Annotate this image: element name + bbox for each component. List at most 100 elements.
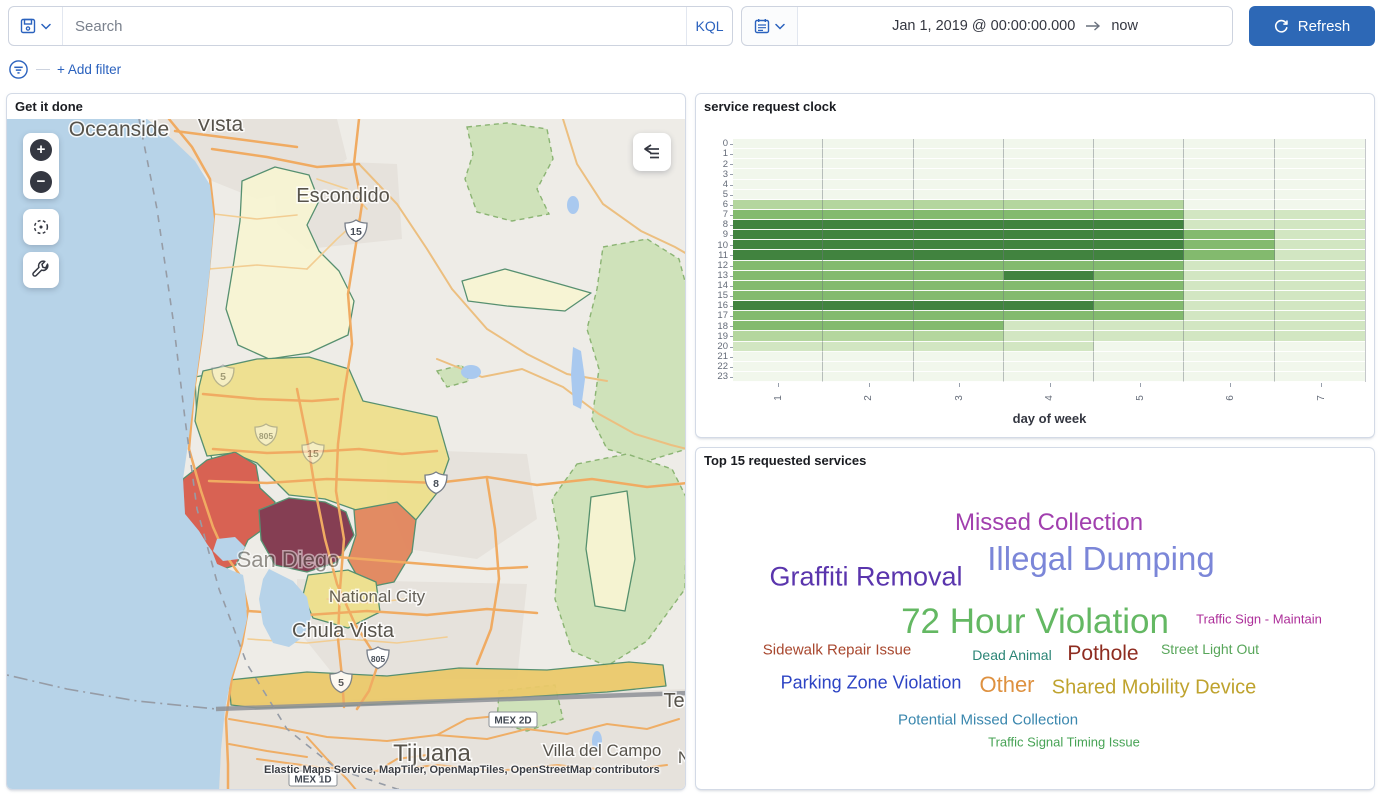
heatmap-cell[interactable] [733, 169, 823, 179]
heatmap-cell[interactable] [1275, 139, 1365, 149]
heatmap-cell[interactable] [914, 342, 1004, 352]
heatmap-cell[interactable] [1094, 210, 1184, 220]
heatmap-cell[interactable] [914, 159, 1004, 169]
heatmap-cell[interactable] [823, 230, 913, 240]
heatmap-cell[interactable] [733, 230, 823, 240]
heatmap-cell[interactable] [823, 261, 913, 271]
heatmap-cell[interactable] [823, 281, 913, 291]
heatmap-cell[interactable] [1004, 342, 1094, 352]
heatmap-cell[interactable] [1275, 190, 1365, 200]
heatmap-cell[interactable] [823, 311, 913, 321]
heatmap-cell[interactable] [1184, 139, 1274, 149]
heatmap-cell[interactable] [1275, 210, 1365, 220]
heatmap-cell[interactable] [1184, 240, 1274, 250]
heatmap-cell[interactable] [1004, 291, 1094, 301]
heatmap-cell[interactable] [733, 271, 823, 281]
heatmap-cell[interactable] [823, 169, 913, 179]
heatmap-cell[interactable] [1004, 301, 1094, 311]
heatmap-cell[interactable] [914, 149, 1004, 159]
tag-word[interactable]: Dead Animal [972, 647, 1051, 663]
heatmap-cell[interactable] [1094, 190, 1184, 200]
heatmap-cell[interactable] [1184, 342, 1274, 352]
query-language-button[interactable]: KQL [686, 7, 732, 45]
heatmap-cell[interactable] [914, 250, 1004, 260]
tag-word[interactable]: Illegal Dumping [987, 540, 1214, 578]
heatmap-cell[interactable] [1004, 311, 1094, 321]
heatmap-cell[interactable] [1184, 230, 1274, 240]
heatmap-cell[interactable] [1184, 169, 1274, 179]
heatmap-cell[interactable] [1094, 291, 1184, 301]
heatmap-cell[interactable] [733, 311, 823, 321]
heatmap-cell[interactable] [733, 261, 823, 271]
panel-title[interactable]: Get it done [7, 94, 685, 119]
heatmap-cell[interactable] [1184, 271, 1274, 281]
tag-word[interactable]: Pothole [1067, 642, 1138, 666]
heatmap-cell[interactable] [1184, 149, 1274, 159]
heatmap-cell[interactable] [733, 200, 823, 210]
heatmap-cell[interactable] [1004, 230, 1094, 240]
heatmap-cell[interactable] [1275, 169, 1365, 179]
filter-menu-icon[interactable] [8, 59, 29, 80]
heatmap-cell[interactable] [1094, 220, 1184, 230]
heatmap-cell[interactable] [1004, 200, 1094, 210]
heatmap-cell[interactable] [914, 169, 1004, 179]
heatmap-cell[interactable] [1275, 291, 1365, 301]
heatmap-cell[interactable] [1275, 321, 1365, 331]
heatmap-cell[interactable] [823, 159, 913, 169]
heatmap-cell[interactable] [1004, 281, 1094, 291]
heatmap-cell[interactable] [733, 149, 823, 159]
legend-collapse-button[interactable] [633, 133, 671, 171]
heatmap-cell[interactable] [823, 342, 913, 352]
date-end[interactable]: now [1111, 18, 1138, 34]
panel-title[interactable]: service request clock [696, 94, 1374, 119]
heatmap-cell[interactable] [1004, 271, 1094, 281]
heatmap-cell[interactable] [914, 311, 1004, 321]
zoom-out-button[interactable]: − [30, 171, 52, 193]
heatmap-cell[interactable] [1184, 159, 1274, 169]
tag-word[interactable]: Traffic Sign - Maintain [1196, 612, 1322, 627]
heatmap-cell[interactable] [1004, 190, 1094, 200]
heatmap-cell[interactable] [823, 321, 913, 331]
heatmap-cell[interactable] [1275, 261, 1365, 271]
heatmap-cell[interactable] [1184, 261, 1274, 271]
heatmap-cell[interactable] [733, 139, 823, 149]
heatmap-cell[interactable] [823, 200, 913, 210]
heatmap-cell[interactable] [914, 271, 1004, 281]
tag-word[interactable]: Traffic Signal Timing Issue [988, 735, 1140, 750]
heatmap-cell[interactable] [823, 190, 913, 200]
tag-word[interactable]: Shared Mobility Device [1052, 677, 1257, 700]
heatmap-cell[interactable] [1094, 301, 1184, 311]
heatmap-cell[interactable] [1275, 301, 1365, 311]
heatmap-cell[interactable] [1275, 342, 1365, 352]
heatmap-cell[interactable] [1004, 159, 1094, 169]
tag-word[interactable]: Street Light Out [1161, 641, 1259, 657]
heatmap-cell[interactable] [1094, 321, 1184, 331]
zoom-in-button[interactable]: + [30, 139, 52, 161]
heatmap-cell[interactable] [733, 159, 823, 169]
heatmap-cell[interactable] [1184, 180, 1274, 190]
saved-query-menu-button[interactable] [9, 7, 63, 45]
heatmap-cell[interactable] [1275, 331, 1365, 341]
heatmap-cell[interactable] [1184, 321, 1274, 331]
heatmap-cell[interactable] [1004, 261, 1094, 271]
heatmap-cell[interactable] [733, 331, 823, 341]
map-tools-button[interactable] [23, 252, 59, 288]
heatmap-cell[interactable] [1094, 240, 1184, 250]
heatmap-cell[interactable] [914, 180, 1004, 190]
heatmap-cell[interactable] [823, 271, 913, 281]
heatmap-cell[interactable] [1094, 200, 1184, 210]
heatmap-cell[interactable] [914, 321, 1004, 331]
heatmap-cell[interactable] [914, 230, 1004, 240]
heatmap-cell[interactable] [823, 139, 913, 149]
heatmap-cell[interactable] [733, 250, 823, 260]
heatmap-cell[interactable] [914, 291, 1004, 301]
heatmap-cell[interactable] [1184, 301, 1274, 311]
add-filter-link[interactable]: + Add filter [57, 62, 121, 77]
heatmap-cell[interactable] [1094, 342, 1184, 352]
heatmap-cell[interactable] [733, 291, 823, 301]
heatmap-cell[interactable] [823, 210, 913, 220]
heatmap-cell[interactable] [1184, 311, 1274, 321]
heatmap-cell[interactable] [1184, 220, 1274, 230]
heatmap-cell[interactable] [1275, 230, 1365, 240]
heatmap-cell[interactable] [1094, 250, 1184, 260]
